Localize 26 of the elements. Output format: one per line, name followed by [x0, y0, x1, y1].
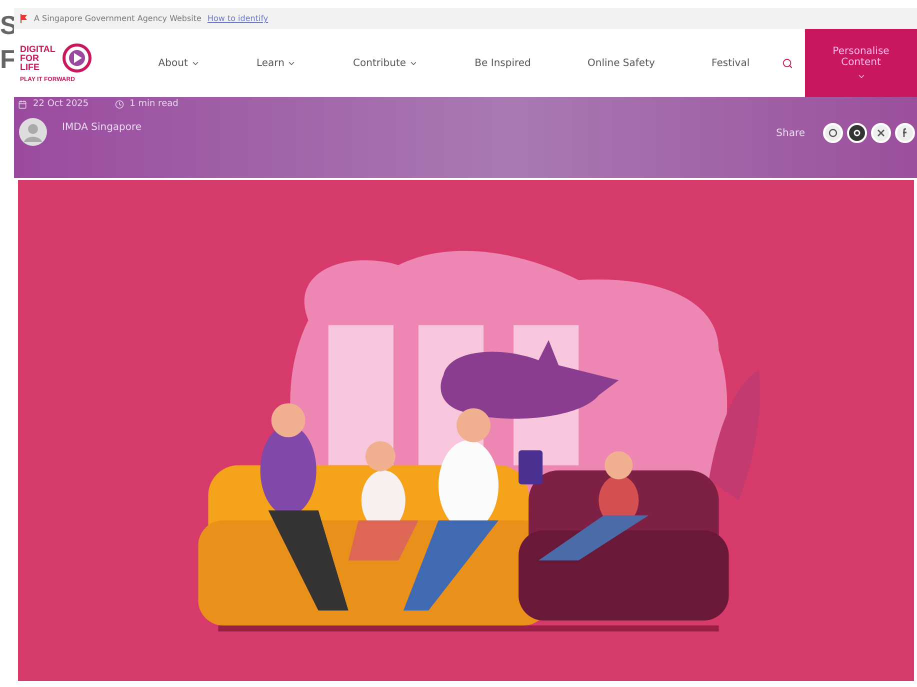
- whatsapp-share-button[interactable]: [823, 123, 843, 144]
- publish-date: 22 Oct 2025: [33, 99, 89, 110]
- nav-link[interactable]: Learn: [256, 58, 296, 69]
- logo-icon: [62, 43, 92, 74]
- avatar-icon: [18, 117, 48, 148]
- logo-text: DIGITAL FOR LIFE: [20, 44, 56, 72]
- read-time: 1 min read: [130, 99, 178, 110]
- nav-link[interactable]: Be Inspired: [474, 58, 531, 69]
- facebook-share-button[interactable]: [895, 123, 915, 144]
- heading-letter: F: [0, 44, 14, 74]
- search-icon: [782, 58, 793, 69]
- author-name: IMDA Singapore: [62, 122, 142, 133]
- calendar-icon: [18, 100, 27, 109]
- nav-link[interactable]: About: [158, 58, 200, 69]
- identify-link[interactable]: How to identify: [207, 14, 268, 24]
- nav-link[interactable]: Festival: [712, 58, 750, 69]
- share-label: Share: [776, 128, 805, 139]
- flag-icon: [20, 14, 28, 24]
- x-icon: [876, 128, 886, 138]
- personalise-button[interactable]: Personalise Content: [805, 29, 917, 98]
- threads-share-button[interactable]: [847, 123, 867, 144]
- nav-link[interactable]: Contribute: [353, 58, 418, 69]
- x-share-button[interactable]: [871, 123, 891, 144]
- clock-icon: [114, 100, 124, 109]
- banner-text: A Singapore Government Agency Website: [34, 14, 202, 24]
- nav-link[interactable]: Online Safety: [588, 58, 655, 69]
